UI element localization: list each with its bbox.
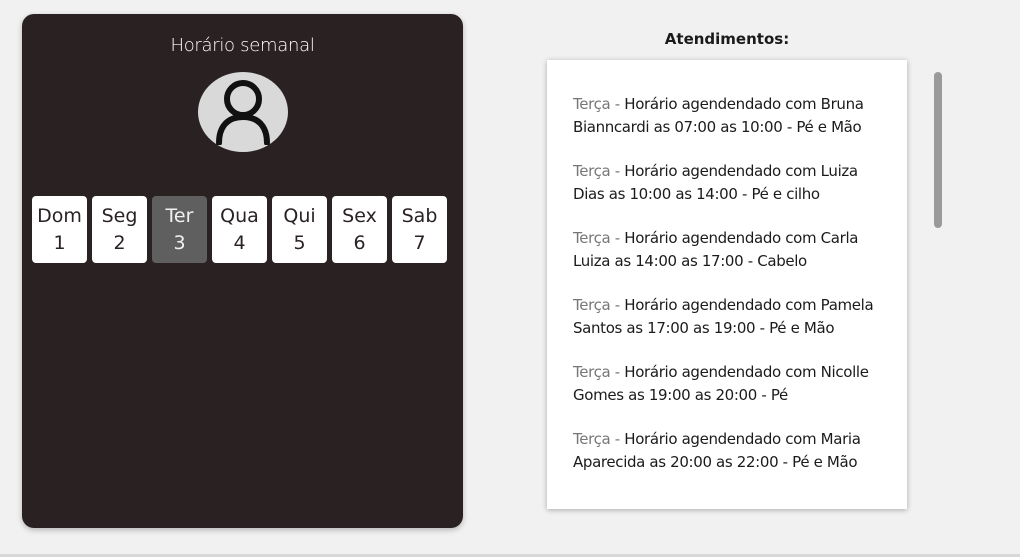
appointments-list: Terça - Horário agendendado com Bruna Bi… xyxy=(547,60,907,509)
day-label: Qui xyxy=(283,204,316,227)
page: Horário semanal Dom 1 Seg 2 Ter 3 Qua 4 … xyxy=(0,0,1020,557)
appointment-day: Terça xyxy=(573,229,611,247)
day-button-ter[interactable]: Ter 3 xyxy=(152,196,207,263)
appointment-separator: - xyxy=(610,229,625,247)
list-item[interactable]: Terça - Horário agendendado com Nicolle … xyxy=(573,361,893,406)
list-item[interactable]: Terça - Horário agendendado com Pamela S… xyxy=(573,294,893,339)
day-button-qua[interactable]: Qua 4 xyxy=(212,196,267,263)
day-label: Ter xyxy=(165,204,194,227)
day-button-sab[interactable]: Sab 7 xyxy=(392,196,447,263)
list-item[interactable]: Terça - Horário agendendado com Luiza Di… xyxy=(573,160,893,205)
list-item[interactable]: Terça - Horário agendendado com Maria Ap… xyxy=(573,428,893,473)
appointment-separator: - xyxy=(610,95,625,113)
scrollbar-thumb[interactable] xyxy=(934,72,942,228)
day-number: 3 xyxy=(173,231,186,254)
appointment-separator: - xyxy=(610,162,625,180)
appointments-title: Atendimentos: xyxy=(664,30,790,48)
appointment-separator: - xyxy=(610,296,625,314)
list-item[interactable]: Terça - Horário agendendado com Carla Lu… xyxy=(573,227,893,272)
day-button-dom[interactable]: Dom 1 xyxy=(32,196,87,263)
appointment-day: Terça xyxy=(573,162,611,180)
weekly-schedule-title: Horário semanal xyxy=(170,35,315,56)
list-item[interactable]: Terça - Horário agendendado com Bruna Bi… xyxy=(573,93,893,138)
appointment-separator: - xyxy=(610,430,625,448)
day-label: Dom xyxy=(37,204,82,227)
day-button-qui[interactable]: Qui 5 xyxy=(272,196,327,263)
day-label: Sex xyxy=(342,204,377,227)
day-selector: Dom 1 Seg 2 Ter 3 Qua 4 Qui 5 Sex 6 Sab … xyxy=(32,196,447,263)
day-label: Seg xyxy=(101,204,138,227)
day-button-seg[interactable]: Seg 2 xyxy=(92,196,147,263)
user-icon xyxy=(216,80,270,145)
appointment-day: Terça xyxy=(573,363,611,381)
appointment-day: Terça xyxy=(573,95,611,113)
day-number: 1 xyxy=(53,231,66,254)
day-label: Sab xyxy=(401,204,438,227)
day-number: 7 xyxy=(413,231,426,254)
appointment-day: Terça xyxy=(573,296,611,314)
weekly-schedule-card: Horário semanal Dom 1 Seg 2 Ter 3 Qua 4 … xyxy=(22,14,463,528)
appointment-day: Terça xyxy=(573,430,611,448)
appointment-separator: - xyxy=(610,363,625,381)
day-button-sex[interactable]: Sex 6 xyxy=(332,196,387,263)
day-number: 6 xyxy=(353,231,366,254)
day-number: 4 xyxy=(233,231,246,254)
day-number: 2 xyxy=(113,231,126,254)
day-number: 5 xyxy=(293,231,306,254)
avatar[interactable] xyxy=(198,72,288,152)
day-label: Qua xyxy=(220,204,259,227)
